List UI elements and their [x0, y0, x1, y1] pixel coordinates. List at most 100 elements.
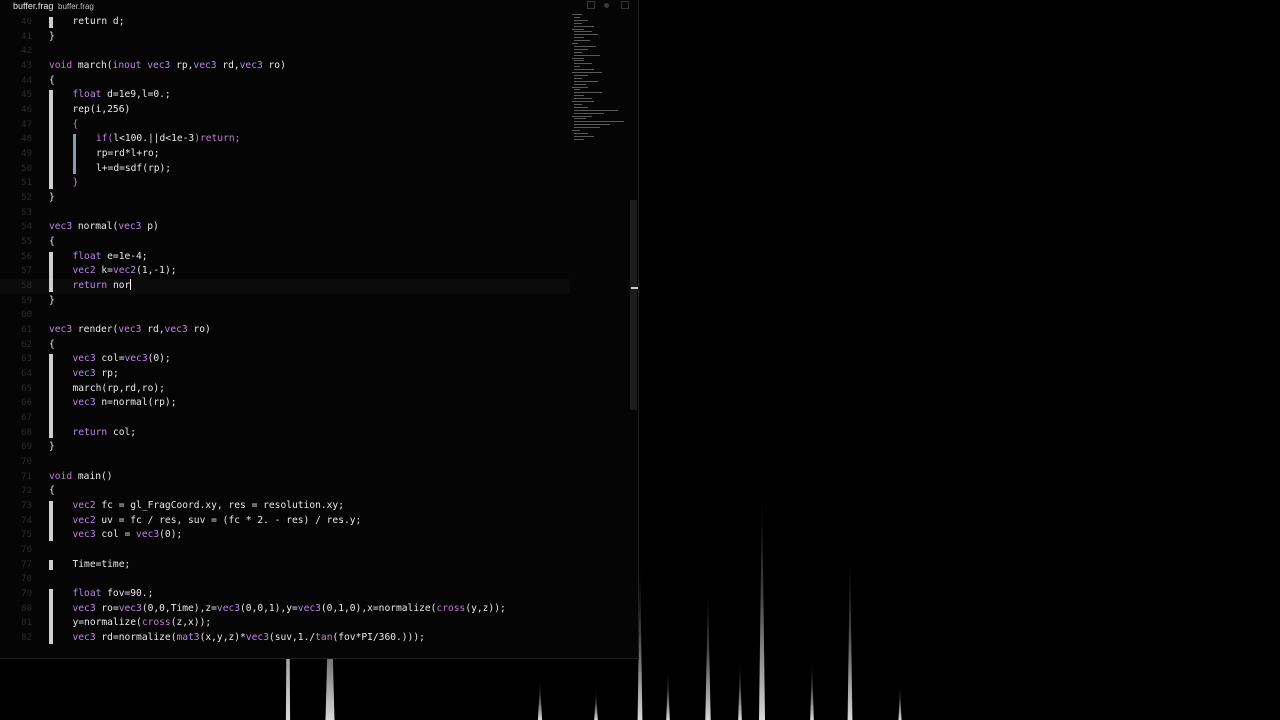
code-line-61[interactable]: 61 vec3 render(vec3 rd,vec3 ro) — [0, 323, 570, 338]
code-token: fov=90.; — [107, 588, 154, 600]
code-token: inout vec3 — [112, 60, 177, 71]
code-line-64[interactable]: 64 vec3 rp; — [0, 367, 570, 382]
line-number: 40 — [21, 17, 32, 27]
code-line-59[interactable]: 59} — [0, 294, 570, 309]
code-line-52[interactable]: 52} — [0, 191, 570, 206]
code-line-46[interactable]: 46 rep(i,256) — [0, 103, 570, 118]
code-line-81[interactable]: 81 y=normalize(cross(z,x)); — [0, 616, 570, 631]
code-line-66[interactable]: 66 vec3 n=normal(rp); — [0, 396, 570, 411]
code-line-43[interactable]: 43 void march(inout vec3 rp,vec3 rd,vec3 … — [0, 59, 570, 74]
minimap-line — [574, 66, 580, 68]
code-line-53[interactable]: 53 — [0, 206, 570, 221]
code-line-47[interactable]: 47 { — [0, 118, 570, 133]
code-line-58[interactable]: 58 return nor — [0, 279, 570, 294]
line-number: 49 — [21, 149, 32, 160]
indent-guide — [49, 90, 53, 190]
code-line-67[interactable]: 67 — [0, 411, 570, 426]
code-line-48[interactable]: 48 if(l<100.||d<1e-3)return; — [0, 132, 570, 147]
code-text: vec3 col=vec3(0); — [73, 352, 171, 367]
code-token: (x,y,z)* — [199, 632, 246, 644]
light-beam — [666, 670, 670, 720]
line-number: 78 — [21, 574, 32, 585]
minimap-line — [572, 57, 584, 59]
code-line-71[interactable]: 71 void main() — [0, 470, 570, 485]
code-line-72[interactable]: 72 { — [0, 484, 570, 499]
code-line-65[interactable]: 65 march(rp,rd,ro); — [0, 382, 570, 397]
code-line-78[interactable]: 78 — [0, 572, 570, 587]
code-token: vec3 — [49, 221, 78, 233]
code-line-57[interactable]: 57 vec2 k=vec2(1,-1); — [0, 264, 570, 279]
minimap-line — [572, 101, 594, 102]
code-token: cross — [436, 602, 466, 614]
code-line-77[interactable]: 77 Time=time; — [0, 558, 570, 573]
code-line-41[interactable]: 41} — [0, 30, 570, 45]
code-token: (z,x)); — [170, 617, 212, 629]
code-line-56[interactable]: 56 float e=1e-4; — [0, 250, 570, 265]
minimap-line — [574, 98, 592, 100]
code-line-50[interactable]: 50 l+=d=sdf(rp); — [0, 162, 570, 177]
minimap-line — [574, 19, 588, 21]
code-line-70[interactable]: 70 — [0, 455, 570, 470]
code-token: { — [49, 236, 55, 248]
code-token: if( — [96, 133, 114, 145]
code-line-79[interactable]: 79 float fov=90.; — [0, 587, 570, 602]
code-line-44[interactable]: 44 { — [0, 74, 570, 89]
code-line-80[interactable]: 80 vec3 ro=vec3(0,0,Time),z=vec3(0,0,1),y… — [0, 602, 570, 617]
code-token: rd, — [147, 324, 165, 336]
line-number: 62 — [21, 339, 32, 350]
code-token: float — [72, 89, 108, 101]
code-token: k= — [101, 265, 113, 277]
code-line-42[interactable]: 42 — [0, 44, 570, 59]
code-line-40[interactable]: 40 return d; — [0, 15, 570, 30]
minimap-line — [572, 86, 588, 88]
minimap-line — [572, 14, 582, 15]
code-text: float d=1e9,l=0.; — [73, 88, 171, 103]
code-line-54[interactable]: 54 vec3 normal(vec3 p) — [0, 220, 570, 235]
code-token: uv = fc / res, suv = (fc * 2. - res) / r… — [101, 514, 362, 526]
code-token: return d; — [72, 16, 125, 27]
code-line-55[interactable]: 55 { — [0, 235, 570, 250]
light-beam — [898, 684, 902, 720]
code-line-82[interactable]: 82 vec3 rd=normalize(mat3(x,y,z)*vec3(suv… — [0, 631, 570, 646]
code-area[interactable]: 40 return d; 41} 42 43 void march(inout vec3 … — [0, 14, 570, 656]
minimap-line — [572, 72, 602, 73]
unsaved-dot-icon — [604, 3, 609, 8]
line-number: 63 — [21, 354, 32, 365]
code-token: (0,0,Time),z= — [141, 602, 217, 614]
code-token: vec3 — [297, 602, 321, 614]
code-token: Time=time; — [72, 558, 131, 570]
code-line-51[interactable]: 51} — [0, 176, 570, 191]
code-token: vec3 — [72, 602, 102, 614]
code-token: (1,-1); — [136, 265, 177, 277]
scrollbar[interactable] — [630, 200, 637, 410]
close-window-icon[interactable] — [621, 1, 629, 9]
code-line-69[interactable]: 69} — [0, 440, 570, 455]
line-number: 42 — [21, 46, 32, 57]
code-token: (0,1,0),x=normalize( — [320, 602, 437, 614]
tab-buffer-frag[interactable]: buffer.frag — [13, 1, 53, 11]
code-token: vec2 — [72, 500, 102, 512]
code-line-49[interactable]: 49 rp=rd*l+ro; — [0, 147, 570, 162]
minimap-line — [574, 45, 596, 47]
minimap-line — [574, 92, 602, 94]
code-token: l<100.||d<1e-3 — [113, 133, 195, 145]
code-token: y=normalize( — [72, 617, 142, 629]
code-line-74[interactable]: 74 vec2 uv = fc / res, suv = (fc * 2. - r… — [0, 514, 570, 529]
code-line-63[interactable]: 63 vec3 col=vec3(0); — [0, 352, 570, 367]
code-line-60[interactable]: 60 — [0, 308, 570, 323]
code-line-68[interactable]: 68 return col; — [0, 426, 570, 441]
code-line-45[interactable]: 45 float d=1e9,l=0.; — [0, 88, 570, 103]
code-line-75[interactable]: 75 vec3 col = vec3(0); — [0, 528, 570, 543]
split-view-icon[interactable] — [587, 1, 595, 9]
minimap-line — [574, 89, 580, 91]
code-text: vec2 fc = gl_FragCoord.xy, res = resolut… — [73, 499, 344, 514]
line-number: 71 — [21, 471, 32, 482]
minimap[interactable] — [572, 14, 628, 144]
code-line-76[interactable]: 76 — [0, 543, 570, 558]
code-line-62[interactable]: 62 { — [0, 338, 570, 353]
code-line-73[interactable]: 73 vec2 fc = gl_FragCoord.xy, res = resol… — [0, 499, 570, 514]
tab-buffer-frag-secondary[interactable]: buffer.frag — [58, 2, 94, 11]
code-text: vec3 n=normal(rp); — [73, 396, 177, 411]
code-text: return col; — [73, 426, 137, 441]
code-token: { — [49, 338, 55, 350]
